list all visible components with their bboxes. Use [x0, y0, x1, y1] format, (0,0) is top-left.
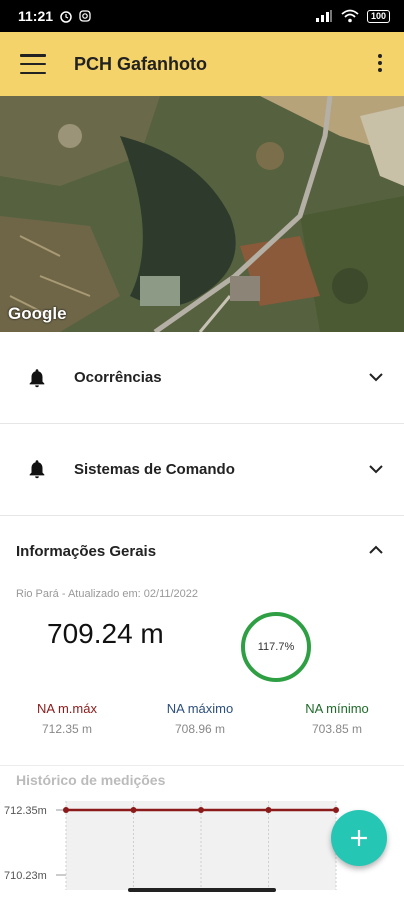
chevron-up-icon[interactable]: [368, 542, 384, 558]
info-subtitle: Rio Pará - Atualizado em: 02/11/2022: [16, 588, 199, 600]
plus-icon: [351, 830, 367, 846]
na-value: 708.96 m: [174, 722, 226, 736]
y-tick-label: 712.35m: [4, 805, 47, 817]
bell-icon: [29, 460, 45, 479]
info-section-title[interactable]: Informações Gerais: [16, 543, 156, 560]
satellite-map[interactable]: Google: [0, 96, 404, 332]
alarm-icon: [60, 11, 72, 23]
section-label: Sistemas de Comando: [74, 460, 235, 478]
na-label: NA mínimo: [305, 701, 369, 716]
add-button[interactable]: [331, 810, 387, 866]
na-mmax: NA m.máx 712.35 m: [0, 701, 134, 736]
menu-icon[interactable]: [20, 54, 46, 74]
data-point: [63, 807, 69, 813]
na-minimo: NA mínimo 703.85 m: [270, 701, 404, 736]
section-sistemas-de-comando[interactable]: Sistemas de Comando: [0, 423, 404, 516]
data-point: [333, 807, 339, 813]
na-maximo: NA máximo 708.96 m: [133, 701, 267, 736]
na-value: 712.35 m: [41, 722, 93, 736]
section-ocorrencias[interactable]: Ocorrências: [0, 332, 404, 424]
status-time: 11:21: [18, 8, 54, 24]
map-imagery: [0, 96, 404, 332]
page-title: PCH Gafanhoto: [74, 53, 207, 74]
gauge-label: 117.7%: [257, 641, 295, 653]
more-options-icon[interactable]: [378, 54, 382, 72]
wifi-icon: [341, 9, 359, 23]
instagram-icon: [79, 10, 91, 22]
status-bar: 11:21 100: [0, 0, 404, 32]
na-label: NA m.máx: [37, 701, 97, 716]
home-indicator[interactable]: [128, 888, 276, 892]
data-point: [130, 807, 137, 813]
na-value: 703.85 m: [311, 722, 363, 736]
data-point: [198, 807, 204, 813]
battery-icon: 100: [366, 9, 390, 23]
data-point: [265, 807, 272, 813]
chevron-down-icon[interactable]: [368, 369, 384, 385]
signal-icon: [315, 10, 332, 22]
section-label: Ocorrências: [74, 369, 162, 386]
na-label: NA máximo: [166, 701, 234, 716]
divider: [0, 765, 404, 766]
map-attribution: Google: [8, 304, 67, 323]
app-bar: PCH Gafanhoto: [0, 32, 404, 96]
chevron-down-icon[interactable]: [368, 461, 384, 477]
bell-icon: [29, 368, 45, 387]
water-level-value: 709.24 m: [47, 618, 164, 649]
y-tick-label: 710.23m: [4, 870, 47, 882]
history-title: Histórico de medições: [16, 772, 166, 788]
